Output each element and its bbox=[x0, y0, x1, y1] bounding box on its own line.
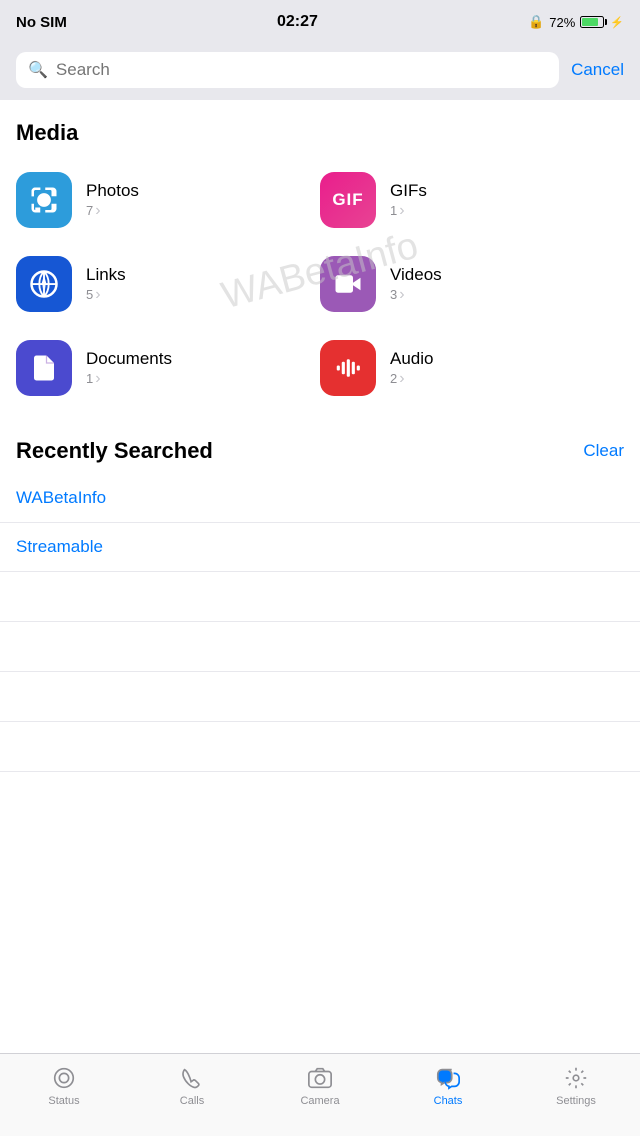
tab-bar: Status Calls Camera Cha bbox=[0, 1053, 640, 1136]
audio-text: Audio 2 bbox=[390, 349, 624, 388]
gifs-label: GIFs bbox=[390, 181, 624, 201]
media-item-videos[interactable]: Videos 3 bbox=[320, 242, 624, 326]
recently-searched-title: Recently Searched bbox=[16, 438, 213, 464]
links-icon bbox=[16, 256, 72, 312]
camera-tab-icon bbox=[306, 1064, 334, 1092]
audio-count: 2 bbox=[390, 370, 624, 388]
search-icon: 🔍 bbox=[28, 60, 48, 80]
links-label: Links bbox=[86, 265, 320, 285]
cancel-button[interactable]: Cancel bbox=[571, 60, 624, 80]
tab-camera[interactable]: Camera bbox=[256, 1064, 384, 1107]
media-grid: Photos 7 GIF GIFs 1 bbox=[0, 158, 640, 410]
videos-label: Videos bbox=[390, 265, 624, 285]
recent-search-wabetainfo[interactable]: WABetaInfo bbox=[0, 474, 640, 523]
documents-text: Documents 1 bbox=[86, 349, 320, 388]
time: 02:27 bbox=[277, 13, 318, 31]
documents-label: Documents bbox=[86, 349, 320, 369]
videos-icon bbox=[320, 256, 376, 312]
tab-settings[interactable]: Settings bbox=[512, 1064, 640, 1107]
media-item-audio[interactable]: Audio 2 bbox=[320, 326, 624, 410]
media-item-gifs[interactable]: GIF GIFs 1 bbox=[320, 158, 624, 242]
calls-tab-label: Calls bbox=[180, 1095, 204, 1107]
status-right: 🔒 72% ⚡ bbox=[528, 14, 624, 30]
status-bar: No SIM 02:27 🔒 72% ⚡ bbox=[0, 0, 640, 44]
chats-tab-label: Chats bbox=[434, 1095, 463, 1107]
audio-label: Audio bbox=[390, 349, 624, 369]
empty-row-2 bbox=[0, 622, 640, 672]
links-count: 5 bbox=[86, 286, 320, 304]
media-item-photos[interactable]: Photos 7 bbox=[16, 158, 320, 242]
tab-calls[interactable]: Calls bbox=[128, 1064, 256, 1107]
photos-label: Photos bbox=[86, 181, 320, 201]
camera-tab-label: Camera bbox=[300, 1095, 339, 1107]
lock-icon: 🔒 bbox=[528, 14, 544, 30]
settings-tab-icon bbox=[562, 1064, 590, 1092]
bolt-icon: ⚡ bbox=[610, 16, 624, 29]
status-tab-label: Status bbox=[48, 1095, 79, 1107]
calls-tab-icon bbox=[178, 1064, 206, 1092]
search-input[interactable] bbox=[56, 60, 547, 80]
recently-searched-header: Recently Searched Clear bbox=[0, 418, 640, 474]
gifs-icon: GIF bbox=[320, 172, 376, 228]
battery-percent: 72% bbox=[549, 15, 575, 30]
battery-icon bbox=[580, 16, 604, 28]
search-bar-container: 🔍 Cancel bbox=[0, 44, 640, 100]
status-tab-icon bbox=[50, 1064, 78, 1092]
photos-icon bbox=[16, 172, 72, 228]
tab-status[interactable]: Status bbox=[0, 1064, 128, 1107]
clear-button[interactable]: Clear bbox=[583, 441, 624, 461]
recent-search-streamable[interactable]: Streamable bbox=[0, 523, 640, 572]
carrier: No SIM bbox=[16, 14, 67, 31]
settings-tab-label: Settings bbox=[556, 1095, 596, 1107]
documents-icon bbox=[16, 340, 72, 396]
chats-tab-icon bbox=[434, 1064, 462, 1092]
empty-row-3 bbox=[0, 672, 640, 722]
photos-count: 7 bbox=[86, 202, 320, 220]
links-text: Links 5 bbox=[86, 265, 320, 304]
empty-row-4 bbox=[0, 722, 640, 772]
media-section-title: Media bbox=[0, 100, 640, 158]
gifs-text: GIFs 1 bbox=[390, 181, 624, 220]
media-item-documents[interactable]: Documents 1 bbox=[16, 326, 320, 410]
photos-text: Photos 7 bbox=[86, 181, 320, 220]
empty-rows bbox=[0, 572, 640, 772]
search-input-wrap[interactable]: 🔍 bbox=[16, 52, 559, 88]
tab-chats[interactable]: Chats bbox=[384, 1064, 512, 1107]
audio-icon bbox=[320, 340, 376, 396]
videos-count: 3 bbox=[390, 286, 624, 304]
media-item-links[interactable]: Links 5 bbox=[16, 242, 320, 326]
videos-text: Videos 3 bbox=[390, 265, 624, 304]
documents-count: 1 bbox=[86, 370, 320, 388]
main-content: Media Photos 7 bbox=[0, 100, 640, 1080]
empty-row-1 bbox=[0, 572, 640, 622]
gifs-count: 1 bbox=[390, 202, 624, 220]
